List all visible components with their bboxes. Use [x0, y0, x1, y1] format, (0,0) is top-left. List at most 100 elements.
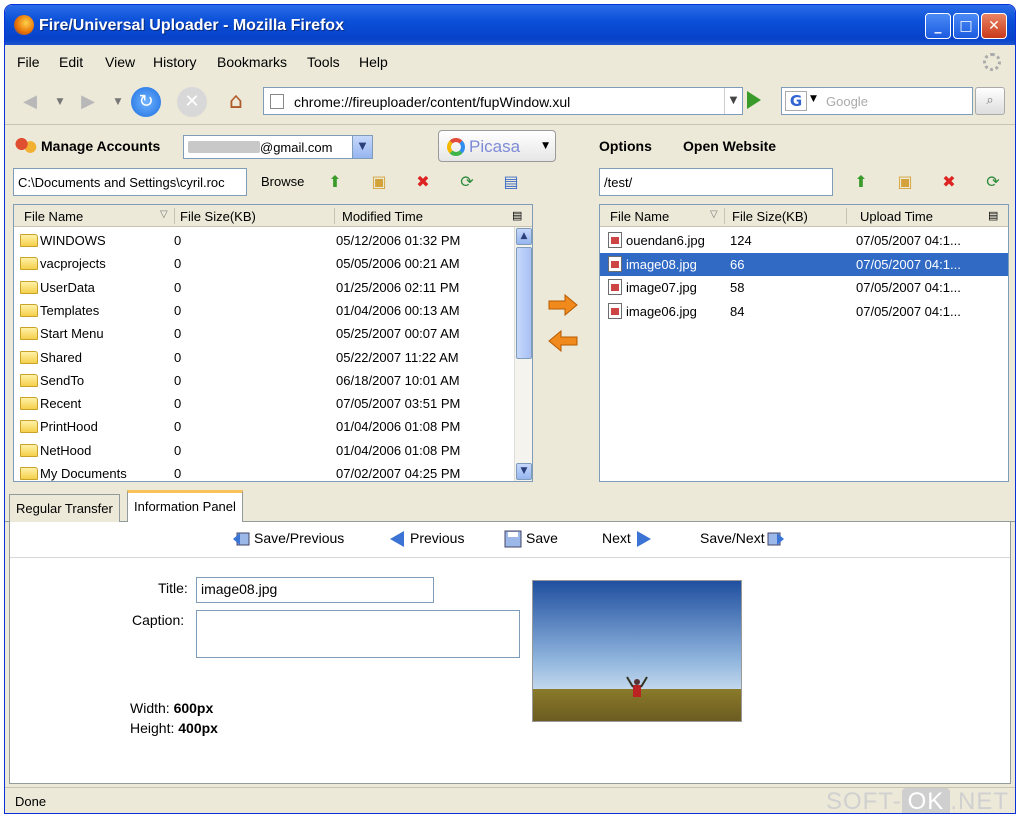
- column-picker-icon[interactable]: ▤: [988, 209, 998, 222]
- save-previous-button[interactable]: Save/Previous: [232, 530, 344, 548]
- file-size: 0: [174, 326, 182, 342]
- home-icon[interactable]: ⌂: [221, 87, 251, 117]
- list-item[interactable]: Shared 0 05/22/2007 11:22 AM: [14, 346, 514, 369]
- view-icon[interactable]: ▤: [499, 170, 523, 194]
- account-select[interactable]: @gmail.com ▼: [183, 135, 373, 159]
- column-header-size[interactable]: File Size(KB): [180, 209, 256, 224]
- file-size: 0: [174, 256, 182, 272]
- menu-tools[interactable]: Tools: [307, 54, 340, 70]
- list-item[interactable]: Templates 0 01/04/2006 00:13 AM: [14, 299, 514, 322]
- new-folder-icon[interactable]: ▣: [893, 170, 917, 194]
- up-folder-icon[interactable]: ⬆: [849, 170, 873, 194]
- refresh-icon[interactable]: ⟳: [455, 170, 479, 194]
- column-header-size[interactable]: File Size(KB): [732, 209, 808, 224]
- scroll-thumb[interactable]: [516, 247, 532, 359]
- menu-file[interactable]: File: [17, 54, 40, 70]
- column-header-filename[interactable]: File Name: [24, 209, 83, 224]
- file-name: SendTo: [40, 372, 85, 388]
- caption-input[interactable]: [196, 610, 520, 658]
- reload-icon[interactable]: ↻: [131, 87, 161, 117]
- list-item[interactable]: Start Menu 0 05/25/2007 00:07 AM: [14, 322, 514, 345]
- maximize-button[interactable]: □: [953, 13, 979, 39]
- page-icon: [270, 94, 284, 109]
- upload-arrow-icon[interactable]: [547, 294, 579, 316]
- local-path-input[interactable]: C:\Documents and Settings\cyril.roc: [13, 168, 247, 196]
- url-bar[interactable]: chrome://fireuploader/content/fupWindow.…: [263, 87, 743, 115]
- new-folder-icon[interactable]: ▣: [367, 170, 391, 194]
- list-item[interactable]: UserData 0 01/25/2006 02:11 PM: [14, 276, 514, 299]
- browse-button[interactable]: Browse: [261, 174, 304, 189]
- forward-icon[interactable]: ▶: [73, 87, 103, 117]
- close-button[interactable]: ✕: [981, 13, 1007, 39]
- list-item[interactable]: NetHood 0 01/04/2006 01:08 PM: [14, 439, 514, 462]
- up-folder-icon[interactable]: ⬆: [323, 170, 347, 194]
- search-icon[interactable]: ⌕: [975, 87, 1005, 115]
- previous-button[interactable]: Previous: [388, 530, 464, 548]
- sort-icon: ▽: [710, 209, 718, 220]
- scroll-up-icon[interactable]: ▲: [516, 228, 532, 245]
- remote-file-list[interactable]: File Name ▽ File Size(KB) Upload Time ▤ …: [599, 204, 1009, 482]
- back-icon[interactable]: ◀: [15, 87, 45, 117]
- tab-information-panel[interactable]: Information Panel: [127, 490, 243, 523]
- list-item[interactable]: Recent 0 07/05/2007 03:51 PM: [14, 392, 514, 415]
- list-item[interactable]: ouendan6.jpg 124 07/05/2007 04:1...: [600, 229, 1008, 252]
- column-header-filename[interactable]: File Name: [610, 209, 669, 224]
- refresh-icon[interactable]: ⟳: [981, 170, 1005, 194]
- list-item[interactable]: vacprojects 0 05/05/2006 00:21 AM: [14, 252, 514, 275]
- local-file-list[interactable]: File Name ▽ File Size(KB) Modified Time …: [13, 204, 533, 482]
- chevron-down-icon[interactable]: ▼: [352, 136, 372, 158]
- search-engine-icon[interactable]: G: [785, 91, 807, 111]
- file-name: image06.jpg: [626, 303, 697, 319]
- remote-path-input[interactable]: /test/: [599, 168, 833, 196]
- list-item[interactable]: My Documents 0 07/02/2007 04:25 PM: [14, 462, 514, 481]
- column-picker-icon[interactable]: ▤: [512, 209, 522, 222]
- local-scrollbar[interactable]: ▲ ▼: [514, 227, 532, 481]
- folder-icon: [20, 373, 38, 387]
- options-link[interactable]: Options: [599, 138, 652, 154]
- menu-edit[interactable]: Edit: [59, 54, 83, 70]
- search-bar[interactable]: G ▼ Google: [781, 87, 973, 115]
- go-icon[interactable]: [747, 91, 761, 109]
- file-name: NetHood: [40, 442, 92, 458]
- url-dropdown-icon[interactable]: ▼: [724, 88, 742, 114]
- modified-time: 05/22/2007 11:22 AM: [336, 349, 459, 365]
- folder-icon: [20, 467, 38, 480]
- scroll-down-icon[interactable]: ▼: [516, 463, 532, 480]
- list-item[interactable]: image06.jpg 84 07/05/2007 04:1...: [600, 300, 1008, 323]
- menu-bookmarks[interactable]: Bookmarks: [217, 54, 287, 70]
- menu-view[interactable]: View: [105, 54, 135, 70]
- stop-icon[interactable]: ✕: [177, 87, 207, 117]
- download-arrow-icon[interactable]: [547, 330, 579, 352]
- manage-accounts-label[interactable]: Manage Accounts: [41, 138, 160, 154]
- menu-bar: File Edit View History Bookmarks Tools H…: [5, 47, 1015, 77]
- folder-icon: [20, 420, 38, 434]
- forward-history-icon[interactable]: ▼: [103, 87, 133, 117]
- delete-icon[interactable]: ✖: [937, 170, 961, 194]
- list-item[interactable]: image07.jpg 58 07/05/2007 04:1...: [600, 276, 1008, 299]
- menu-history[interactable]: History: [153, 54, 197, 70]
- save-next-button[interactable]: Save/Next: [700, 530, 789, 548]
- service-button[interactable]: Picasa ▼: [438, 130, 556, 162]
- list-item[interactable]: SendTo 0 06/18/2007 10:01 AM: [14, 369, 514, 392]
- modified-time: 01/04/2006 01:08 PM: [336, 442, 461, 458]
- width-info: Width: 600px: [130, 700, 214, 716]
- list-item[interactable]: image08.jpg 66 07/05/2007 04:1...: [600, 252, 1008, 276]
- engine-dropdown-icon[interactable]: ▼: [810, 94, 817, 104]
- column-header-modified[interactable]: Modified Time: [342, 209, 423, 224]
- image-preview: [532, 580, 742, 722]
- menu-help[interactable]: Help: [359, 54, 388, 70]
- list-item[interactable]: PrintHood 0 01/04/2006 01:08 PM: [14, 415, 514, 438]
- tab-regular-transfer[interactable]: Regular Transfer: [9, 494, 120, 522]
- minimize-button[interactable]: _: [925, 13, 951, 39]
- next-button[interactable]: Next: [602, 530, 657, 548]
- title-bar[interactable]: Fire/Universal Uploader - Mozilla Firefo…: [5, 5, 1015, 45]
- service-label: Picasa: [469, 137, 521, 156]
- file-name: Shared: [40, 349, 82, 365]
- save-button[interactable]: Save: [504, 530, 558, 548]
- back-history-icon[interactable]: ▼: [45, 87, 75, 117]
- open-website-link[interactable]: Open Website: [683, 138, 776, 154]
- delete-icon[interactable]: ✖: [411, 170, 435, 194]
- column-header-upload-time[interactable]: Upload Time: [860, 209, 933, 224]
- title-input[interactable]: image08.jpg: [196, 577, 434, 603]
- list-item[interactable]: WINDOWS 0 05/12/2006 01:32 PM: [14, 229, 514, 252]
